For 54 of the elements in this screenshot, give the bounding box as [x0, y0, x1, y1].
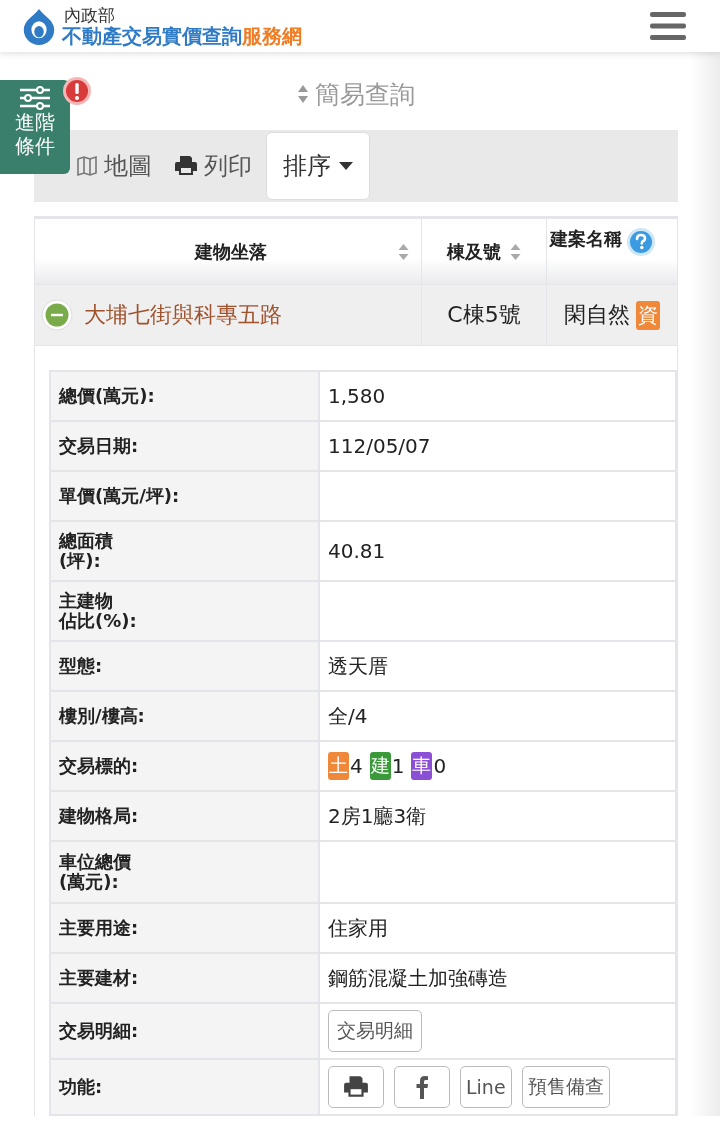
tag-count: 1: [391, 754, 405, 778]
details-button[interactable]: 交易明細: [328, 1010, 422, 1052]
column-header[interactable]: 棟及號: [421, 217, 547, 285]
collapse-icon[interactable]: [40, 298, 74, 332]
field-value: 全/4: [328, 703, 368, 728]
sliders-icon: [18, 86, 52, 110]
tag-count: 0: [433, 754, 447, 778]
tag-badge: 建: [369, 752, 391, 780]
field-value: 住家用: [328, 915, 388, 940]
share-button[interactable]: Line: [460, 1066, 512, 1108]
tag-count: 4: [350, 754, 363, 778]
field-label: 交易明細:: [59, 1020, 139, 1041]
field-label: 主建物 佔比(%):: [59, 590, 137, 631]
field-value: 40.81: [328, 539, 386, 563]
print-button[interactable]: [328, 1066, 384, 1108]
field-label: 交易日期:: [59, 435, 139, 456]
tag-badge: 車: [411, 752, 433, 780]
field-label: 總價(萬元):: [59, 385, 155, 406]
field-label: 樓別/樓高:: [59, 705, 145, 726]
column-header[interactable]: 建物坐落: [34, 217, 422, 285]
tag-badge: 土: [328, 752, 349, 780]
help-icon[interactable]: [626, 226, 656, 257]
field-label: 單價(萬元/坪):: [59, 485, 180, 506]
field-label: 總面積 (坪):: [59, 530, 113, 571]
printer-icon: [343, 1075, 369, 1099]
field-value: 112/05/07: [328, 434, 431, 458]
sort-dropdown[interactable]: 排序: [266, 132, 370, 200]
printer-icon: [174, 155, 198, 177]
field-label: 型態:: [59, 655, 103, 676]
sort-icon: [297, 84, 309, 104]
facebook-icon: [416, 1075, 428, 1099]
field-label: 交易標的:: [59, 755, 139, 776]
field-label: 功能:: [59, 1076, 103, 1097]
map-button[interactable]: 地圖: [68, 150, 160, 182]
share-button[interactable]: 預售備查: [521, 1066, 610, 1108]
ministry-name: 內政部: [64, 6, 116, 24]
menu-icon[interactable]: [650, 11, 686, 41]
facebook-button[interactable]: [394, 1066, 450, 1108]
print-button[interactable]: 列印: [166, 150, 260, 182]
field-value: 2房1廳3衛: [328, 803, 427, 828]
site-title[interactable]: 不動產交易實價查詢服務網: [62, 25, 302, 46]
book-icon: [76, 155, 98, 177]
table-cell: C棟5號: [447, 302, 521, 327]
field-value: 1,580: [328, 384, 386, 408]
advanced-filter-button[interactable]: 進階 條件: [0, 80, 70, 174]
field-label: 建物格局:: [59, 805, 139, 826]
field-label: 車位總價 (萬元):: [59, 851, 131, 892]
caret-icon: [339, 162, 353, 170]
field-value: 鋼筋混凝土加強磚造: [328, 965, 508, 990]
table-cell-text: 閑自然: [564, 301, 630, 329]
column-header[interactable]: 建案名稱: [546, 217, 678, 285]
field-label: 主要建材:: [59, 967, 139, 988]
field-value: 透天厝: [328, 653, 388, 678]
field-label: 主要用途:: [59, 917, 139, 938]
